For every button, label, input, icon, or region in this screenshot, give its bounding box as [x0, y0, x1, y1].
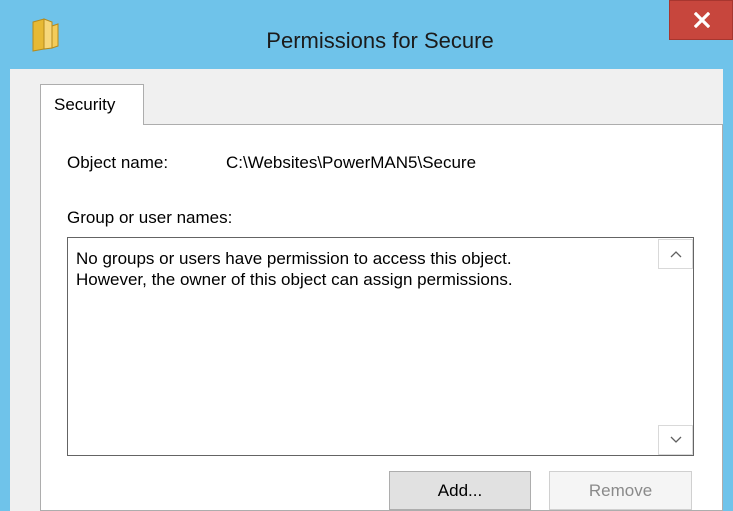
remove-button[interactable]: Remove	[549, 471, 692, 510]
group-or-user-names-label: Group or user names:	[67, 208, 233, 227]
chevron-up-icon	[670, 251, 682, 258]
window-title: Permissions for Secure	[266, 28, 494, 53]
permissions-dialog: Permissions for Secure Security Object n…	[0, 0, 733, 511]
group-or-user-names-list[interactable]: No groups or users have permission to ac…	[67, 237, 694, 456]
empty-message-line: No groups or users have permission to ac…	[76, 249, 512, 268]
title-bar[interactable]: Permissions for Secure	[0, 0, 733, 69]
tab-label: Security	[54, 95, 116, 114]
chevron-down-icon	[670, 436, 682, 443]
tab-security[interactable]: Security	[40, 84, 144, 125]
empty-list-message: No groups or users have permission to ac…	[76, 248, 646, 290]
add-button[interactable]: Add...	[389, 471, 531, 510]
object-name-label: Object name:	[67, 153, 169, 172]
close-icon	[694, 12, 710, 28]
object-name-value: C:\Websites\PowerMAN5\Secure	[226, 153, 477, 172]
scroll-up-button[interactable]	[658, 239, 693, 269]
scroll-down-button[interactable]	[658, 425, 693, 455]
vertical-scrollbar[interactable]	[658, 238, 693, 455]
empty-message-line: However, the owner of this object can as…	[76, 270, 513, 289]
close-button[interactable]	[669, 0, 733, 40]
